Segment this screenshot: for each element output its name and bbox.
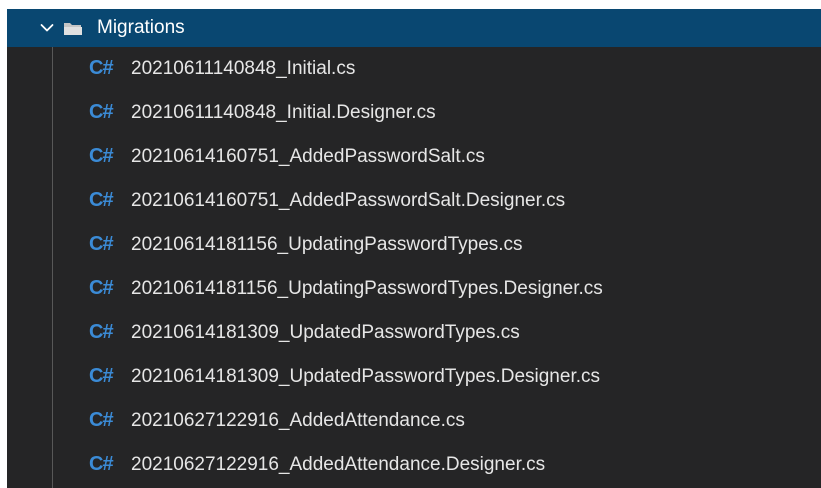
- csharp-file-icon: C#: [89, 453, 114, 475]
- file-label: 20210627122916_AddedAttendance.Designer.…: [131, 454, 546, 475]
- csharp-file-icon: C#: [89, 321, 114, 343]
- file-label: 20210611140848_Initial.Designer.cs: [131, 102, 436, 123]
- file-label: 20210627122916_AddedAttendance.cs: [131, 410, 465, 431]
- csharp-file-icon: C#: [89, 145, 114, 167]
- file-row[interactable]: C# 20210614160751_AddedPasswordSalt.Desi…: [7, 179, 821, 223]
- explorer-tree: Migrations C# 20210611140848_Initial.cs …: [7, 9, 821, 488]
- csharp-file-icon: C#: [89, 365, 114, 387]
- file-row[interactable]: C# 20210614181309_UpdatedPasswordTypes.c…: [7, 311, 821, 355]
- file-row[interactable]: C# 20210611140848_Initial.Designer.cs: [7, 91, 821, 135]
- file-row[interactable]: C# 20210614181309_UpdatedPasswordTypes.D…: [7, 355, 821, 399]
- csharp-file-icon: C#: [89, 189, 114, 211]
- file-label: 20210614160751_AddedPasswordSalt.cs: [131, 146, 485, 167]
- file-row[interactable]: C# 20210627122916_AddedAttendance.cs: [7, 399, 821, 443]
- file-label: 20210614181156_UpdatingPasswordTypes.cs: [131, 234, 523, 255]
- file-label: 20210614160751_AddedPasswordSalt.Designe…: [131, 190, 566, 211]
- file-row[interactable]: C# 20210614181156_UpdatingPasswordTypes.…: [7, 267, 821, 311]
- folder-label: Migrations: [97, 17, 185, 38]
- csharp-file-icon: C#: [89, 101, 114, 123]
- file-label: 20210611140848_Initial.cs: [131, 58, 356, 79]
- csharp-file-icon: C#: [89, 409, 114, 431]
- file-row[interactable]: C# 20210627122916_AddedAttendance.Design…: [7, 443, 821, 487]
- file-label: 20210614181309_UpdatedPasswordTypes.cs: [131, 322, 520, 343]
- csharp-file-icon: C#: [89, 233, 114, 255]
- file-label: 20210614181309_UpdatedPasswordTypes.Desi…: [131, 366, 600, 387]
- folder-open-icon: [64, 23, 82, 35]
- chevron-down-icon[interactable]: [39, 20, 55, 36]
- folder-row-migrations[interactable]: Migrations: [7, 9, 821, 47]
- file-row[interactable]: C# 20210614181156_UpdatingPasswordTypes.…: [7, 223, 821, 267]
- csharp-file-icon: C#: [89, 57, 114, 79]
- csharp-file-icon: C#: [89, 277, 114, 299]
- file-row[interactable]: C# 20210611140848_Initial.cs: [7, 47, 821, 91]
- file-list: C# 20210611140848_Initial.cs C# 20210611…: [7, 47, 821, 487]
- file-row[interactable]: C# 20210614160751_AddedPasswordSalt.cs: [7, 135, 821, 179]
- file-label: 20210614181156_UpdatingPasswordTypes.Des…: [131, 278, 603, 299]
